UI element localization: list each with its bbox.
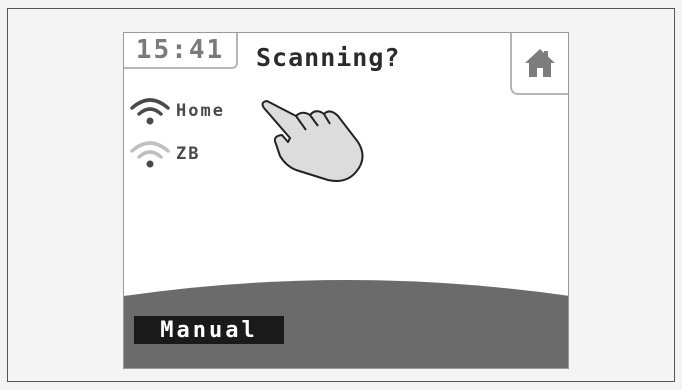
wifi-weak-icon [130, 141, 170, 168]
home-icon [525, 49, 555, 77]
screen-title: Scanning? [256, 43, 401, 72]
manual-button[interactable]: Manual [134, 316, 284, 344]
pointing-hand-icon [261, 100, 364, 182]
wifi-strong-icon [130, 98, 170, 125]
network-item-home[interactable]: Home [130, 96, 225, 126]
network-item-zb[interactable]: ZB [130, 139, 200, 169]
clock: 15:41 [124, 33, 238, 69]
home-button[interactable] [510, 33, 568, 95]
device-screen: 15:41 Scanning? Home ZB Manual [123, 32, 569, 369]
network-label: Home [176, 101, 225, 121]
network-label: ZB [176, 144, 201, 164]
